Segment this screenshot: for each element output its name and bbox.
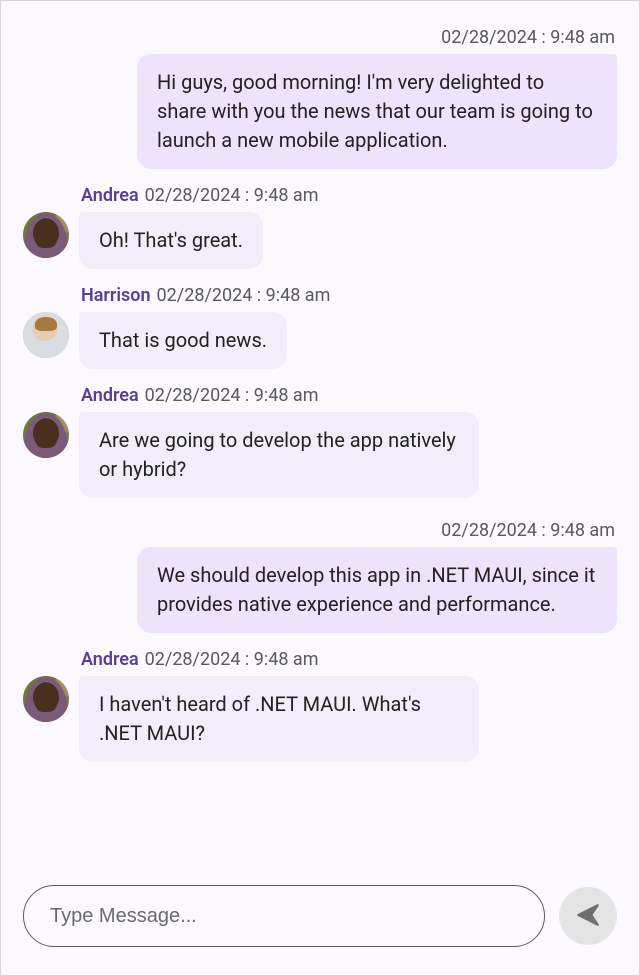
message-timestamp: 02/28/2024 : 9:48 am xyxy=(145,649,319,670)
message-bubble: Oh! That's great. xyxy=(79,212,263,269)
message-outgoing: 02/28/2024 : 9:48 am Hi guys, good morni… xyxy=(23,21,617,169)
message-bubble: Are we going to develop the app natively… xyxy=(79,412,479,498)
message-row: That is good news. xyxy=(23,312,287,369)
message-timestamp: 02/28/2024 : 9:48 am xyxy=(145,185,319,206)
message-author: Harrison xyxy=(81,285,151,306)
message-list: 02/28/2024 : 9:48 am Hi guys, good morni… xyxy=(1,1,639,863)
message-input-wrap[interactable] xyxy=(23,885,545,947)
message-timestamp: 02/28/2024 : 9:48 am xyxy=(441,520,615,541)
send-icon xyxy=(575,902,601,931)
avatar xyxy=(23,312,69,358)
message-row: Oh! That's great. xyxy=(23,212,263,269)
message-meta: Harrison 02/28/2024 : 9:48 am xyxy=(81,285,330,306)
message-meta: Andrea 02/28/2024 : 9:48 am xyxy=(81,185,318,206)
message-input[interactable] xyxy=(48,904,520,929)
message-meta: Andrea 02/28/2024 : 9:48 am xyxy=(81,649,318,670)
composer xyxy=(1,863,639,975)
message-timestamp: 02/28/2024 : 9:48 am xyxy=(157,285,331,306)
message-row: I haven't heard of .NET MAUI. What's .NE… xyxy=(23,676,479,762)
message-timestamp: 02/28/2024 : 9:48 am xyxy=(145,385,319,406)
avatar xyxy=(23,412,69,458)
avatar xyxy=(23,676,69,722)
message-incoming: Andrea 02/28/2024 : 9:48 am I haven't hea… xyxy=(23,649,617,762)
message-author: Andrea xyxy=(81,649,139,670)
message-bubble: That is good news. xyxy=(79,312,287,369)
message-outgoing: 02/28/2024 : 9:48 am We should develop t… xyxy=(23,514,617,633)
message-meta: Andrea 02/28/2024 : 9:48 am xyxy=(81,385,318,406)
message-incoming: Andrea 02/28/2024 : 9:48 am Oh! That's gr… xyxy=(23,185,617,269)
message-author: Andrea xyxy=(81,385,139,406)
message-incoming: Harrison 02/28/2024 : 9:48 am That is goo… xyxy=(23,285,617,369)
chat-window: 02/28/2024 : 9:48 am Hi guys, good morni… xyxy=(0,0,640,976)
message-timestamp: 02/28/2024 : 9:48 am xyxy=(441,27,615,48)
message-bubble: I haven't heard of .NET MAUI. What's .NE… xyxy=(79,676,479,762)
message-row: Are we going to develop the app natively… xyxy=(23,412,479,498)
send-button[interactable] xyxy=(559,887,617,945)
message-incoming: Andrea 02/28/2024 : 9:48 am Are we going … xyxy=(23,385,617,498)
avatar xyxy=(23,212,69,258)
message-bubble: We should develop this app in .NET MAUI,… xyxy=(137,547,617,633)
message-bubble: Hi guys, good morning! I'm very delighte… xyxy=(137,54,617,169)
message-author: Andrea xyxy=(81,185,139,206)
